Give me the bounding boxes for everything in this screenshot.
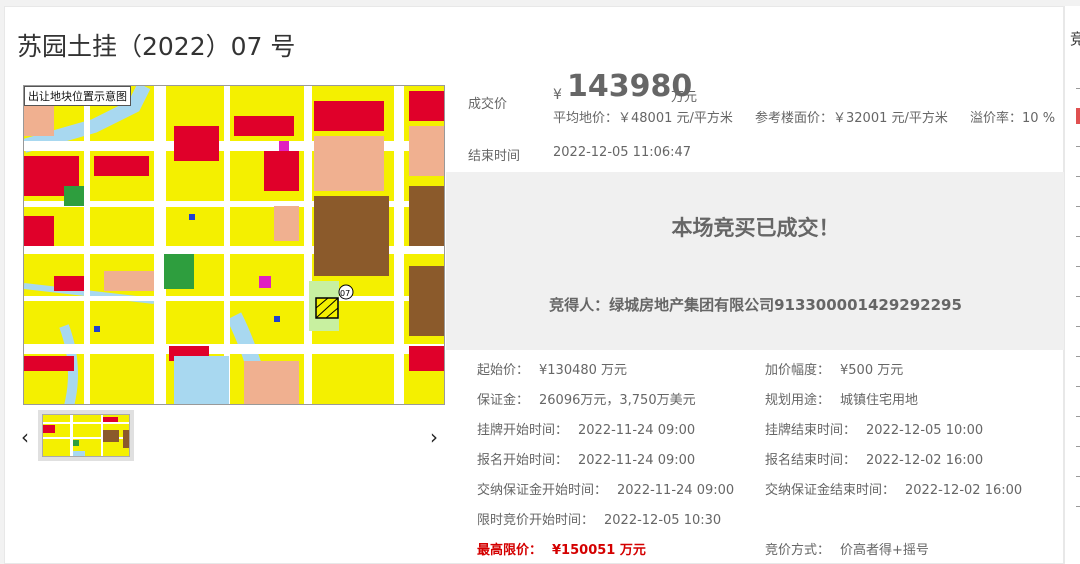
deal-status-box: 本场竞买已成交！ 竞得人：绿城房地产集团有限公司9133000014292922… xyxy=(446,172,1065,350)
listing-end-value: 2022-12-05 10:00 xyxy=(866,423,984,438)
start-price-value: ¥130480 万元 xyxy=(539,363,628,378)
bid-method-label: 竞价方式： xyxy=(765,543,831,558)
sidebar-highlight xyxy=(1076,108,1080,124)
sidebar-divider xyxy=(1076,176,1080,177)
max-price: 最高限价： ¥150051 万元 xyxy=(477,539,646,558)
listing-start-label: 挂牌开始时间： xyxy=(477,423,569,438)
sidebar-title: 竞 xyxy=(1070,30,1080,48)
increment-value: ¥500 万元 xyxy=(840,363,904,378)
start-price-label: 起始价： xyxy=(477,363,530,378)
ref-floor-price: 参考楼面价：￥32001 元/平方米 xyxy=(755,111,948,126)
deposit-end: 交纳保证金结束时间： 2022-12-02 16:00 xyxy=(765,479,1022,498)
bid-start: 限时竞价开始时间： 2022-12-05 10:30 xyxy=(477,509,721,528)
deposit-end-value: 2022-12-02 16:00 xyxy=(905,483,1023,498)
map-caption: 出让地块位置示意图 xyxy=(24,86,131,106)
usage-value: 城镇住宅用地 xyxy=(840,393,919,408)
deposit-label: 保证金： xyxy=(477,393,530,408)
main-panel: 苏园土挂（2022）07 号 出让地块位置示意图 07 ‹ › 成交价 ¥ 14… xyxy=(4,6,1065,564)
deposit: 保证金： 26096万元，3,750万美元 xyxy=(477,389,696,408)
sidebar-divider xyxy=(1076,476,1080,477)
deal-status: 本场竞买已成交！ xyxy=(671,216,840,240)
usage-label: 规划用途： xyxy=(765,393,831,408)
sidebar-divider xyxy=(1076,296,1080,297)
signup-start: 报名开始时间： 2022-11-24 09:00 xyxy=(477,449,695,468)
winner-info: 竞得人：绿城房地产集团有限公司913300001429292295 xyxy=(549,296,962,314)
sidebar-divider xyxy=(1076,266,1080,267)
sidebar-divider xyxy=(1076,146,1080,147)
sidebar-divider xyxy=(1076,326,1080,327)
increment: 加价幅度： ¥500 万元 xyxy=(765,359,903,378)
listing-end: 挂牌结束时间： 2022-12-05 10:00 xyxy=(765,419,983,438)
deposit-start-label: 交纳保证金开始时间： xyxy=(477,483,608,498)
sidebar-divider xyxy=(1076,236,1080,237)
bid-start-label: 限时竞价开始时间： xyxy=(477,513,595,528)
signup-start-label: 报名开始时间： xyxy=(477,453,569,468)
signup-end-value: 2022-12-02 16:00 xyxy=(866,453,984,468)
increment-label: 加价幅度： xyxy=(765,363,831,378)
signup-end: 报名结束时间： 2022-12-02 16:00 xyxy=(765,449,983,468)
sidebar-divider xyxy=(1076,386,1080,387)
price-metrics: 平均地价：￥48001 元/平方米 参考楼面价：￥32001 元/平方米 溢价率… xyxy=(553,107,1073,126)
map-thumbnail-image xyxy=(42,414,130,457)
sidebar-divider xyxy=(1076,206,1080,207)
prev-image-button[interactable]: ‹ xyxy=(21,425,29,449)
max-price-label: 最高限价： xyxy=(477,543,543,558)
deposit-start: 交纳保证金开始时间： 2022-11-24 09:00 xyxy=(477,479,734,498)
max-price-value: ¥150051 万元 xyxy=(552,543,646,558)
bid-method: 竞价方式： 价高者得+摇号 xyxy=(765,539,929,558)
deposit-end-label: 交纳保证金结束时间： xyxy=(765,483,896,498)
listing-start-value: 2022-11-24 09:00 xyxy=(578,423,696,438)
right-sidebar: 竞 xyxy=(1064,6,1080,564)
sidebar-divider xyxy=(1076,356,1080,357)
page-title: 苏园土挂（2022）07 号 xyxy=(17,32,296,61)
end-time-label: 结束时间 xyxy=(468,149,521,164)
bid-start-value: 2022-12-05 10:30 xyxy=(604,513,722,528)
listing-start: 挂牌开始时间： 2022-11-24 09:00 xyxy=(477,419,695,438)
bid-method-value: 价高者得+摇号 xyxy=(840,543,929,558)
planned-usage: 规划用途： 城镇住宅用地 xyxy=(765,389,918,408)
premium-rate: 溢价率：10 % xyxy=(970,111,1056,126)
land-location-map[interactable]: 出让地块位置示意图 07 xyxy=(23,85,445,405)
page: 苏园土挂（2022）07 号 出让地块位置示意图 07 ‹ › 成交价 ¥ 14… xyxy=(0,0,1080,564)
listing-end-label: 挂牌结束时间： xyxy=(765,423,857,438)
signup-end-label: 报名结束时间： xyxy=(765,453,857,468)
end-time-value: 2022-12-05 11:06:47 xyxy=(553,145,692,160)
sidebar-divider xyxy=(1076,88,1080,89)
sidebar-divider xyxy=(1076,446,1080,447)
avg-land-price: 平均地价：￥48001 元/平方米 xyxy=(553,111,733,126)
deal-price-currency: ¥ xyxy=(553,87,562,103)
deal-price-unit: 万元 xyxy=(671,90,698,105)
deposit-value: 26096万元，3,750万美元 xyxy=(539,393,696,408)
next-image-button[interactable]: › xyxy=(430,425,438,449)
signup-start-value: 2022-11-24 09:00 xyxy=(578,453,696,468)
deal-price-label: 成交价 xyxy=(468,97,508,112)
parcel-label: 07 xyxy=(340,289,350,298)
sidebar-divider xyxy=(1076,506,1080,507)
sidebar-divider xyxy=(1076,416,1080,417)
deposit-start-value: 2022-11-24 09:00 xyxy=(617,483,735,498)
map-thumbnail[interactable] xyxy=(38,410,134,461)
map-drawing: 07 xyxy=(24,86,444,404)
start-price: 起始价： ¥130480 万元 xyxy=(477,359,627,378)
